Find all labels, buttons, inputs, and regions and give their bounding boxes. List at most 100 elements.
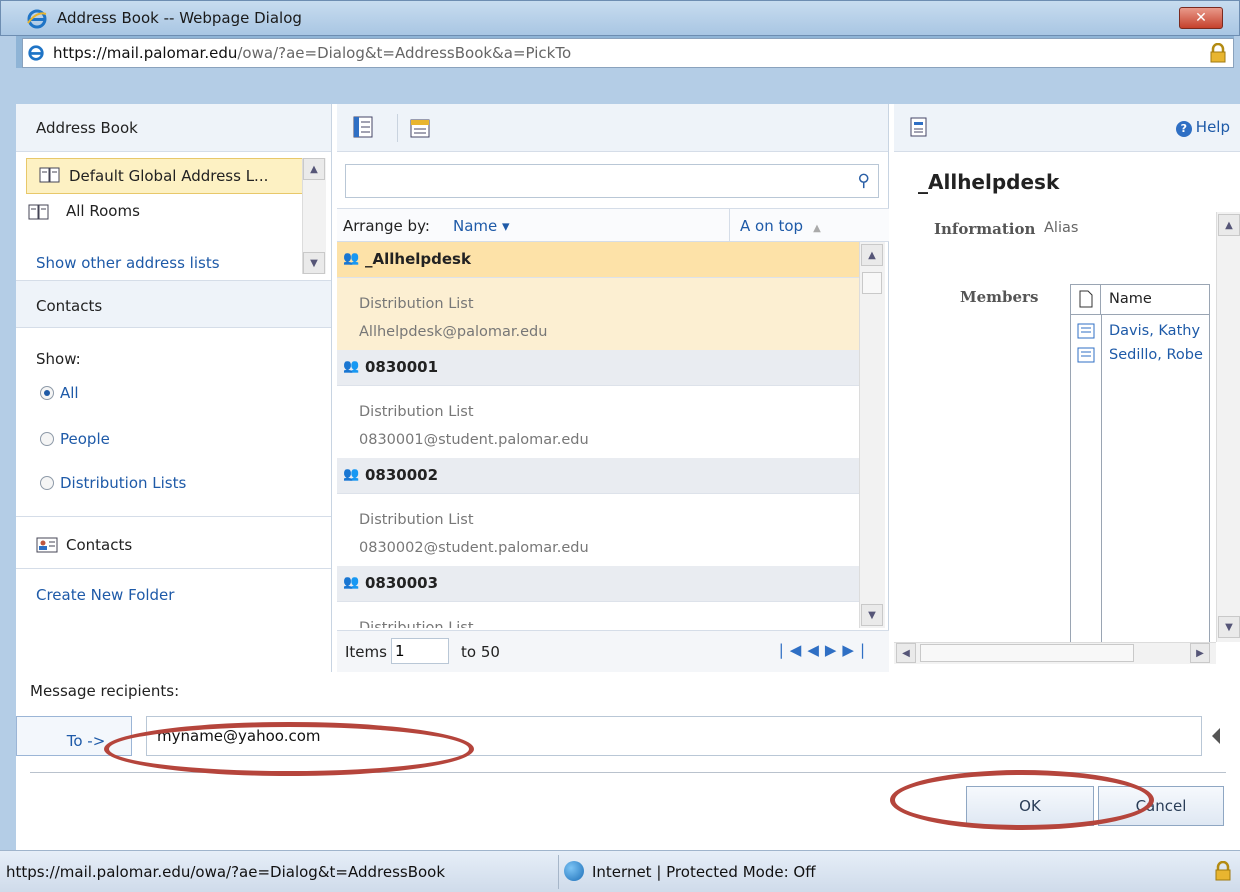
display-name: _Allhelpdesk xyxy=(918,170,1060,194)
url-text: https://mail.palomar.edu/owa/?ae=Dialog&… xyxy=(53,44,572,62)
address-bar-strip xyxy=(16,68,1240,104)
lock-icon[interactable] xyxy=(1214,861,1232,881)
entry-name: 0830002 xyxy=(365,466,439,484)
divider xyxy=(16,568,331,569)
help-link[interactable]: ? Help xyxy=(1175,118,1230,137)
distribution-list-icon: 👥 xyxy=(343,575,360,590)
members-table-header: Name xyxy=(1071,285,1209,315)
radio-icon[interactable] xyxy=(40,476,54,490)
book-all-rooms[interactable]: All Rooms xyxy=(16,194,331,230)
search-input[interactable]: ⚲ xyxy=(345,164,879,198)
contact-card-icon xyxy=(36,537,58,553)
contacts-folder[interactable]: Contacts xyxy=(36,536,132,554)
prev-page-icon[interactable]: ◀ xyxy=(807,641,825,659)
filter-people[interactable]: People xyxy=(40,430,110,448)
new-contact-icon[interactable] xyxy=(409,116,431,138)
scroll-thumb[interactable] xyxy=(920,644,1134,662)
book-default-global[interactable]: Default Global Address L... xyxy=(26,158,305,194)
ie-page-icon xyxy=(28,45,44,61)
collapse-arrow-icon[interactable] xyxy=(1212,728,1220,744)
radio-icon[interactable] xyxy=(40,432,54,446)
details-hscrollbar[interactable]: ◀ ▶ xyxy=(894,642,1216,664)
last-page-icon[interactable]: ▶| xyxy=(842,641,871,659)
globe-icon xyxy=(564,861,584,881)
show-label: Show: xyxy=(36,350,81,368)
details-toolbar: ? Help xyxy=(894,104,1240,152)
book-label: Default Global Address L... xyxy=(69,167,269,185)
type-column-header[interactable] xyxy=(1071,285,1101,315)
contacts-header: Contacts xyxy=(16,280,331,328)
arrange-bar: Arrange by: Name ▾ A on top ▲ xyxy=(337,208,889,242)
close-button[interactable]: ✕ xyxy=(1179,7,1223,29)
distribution-list-icon: 👥 xyxy=(343,251,360,266)
entry-type: Distribution List xyxy=(359,296,474,312)
ok-button[interactable]: OK xyxy=(966,786,1094,826)
results-list: 👥 _Allhelpdesk Distribution List Allhelpd… xyxy=(337,242,859,628)
scroll-down-arrow[interactable]: ▼ xyxy=(861,604,883,626)
scroll-right-arrow[interactable]: ▶ xyxy=(1190,643,1210,663)
name-column-header[interactable]: Name xyxy=(1109,291,1152,307)
results-pane: ⚲ Arrange by: Name ▾ A on top ▲ 👥 _Allhelp… xyxy=(337,104,889,672)
entry-type: Distribution List xyxy=(359,512,474,528)
scroll-left-arrow[interactable]: ◀ xyxy=(896,643,916,663)
other-lists-link[interactable]: Show other address lists xyxy=(36,254,220,268)
first-page-icon[interactable]: |◀ xyxy=(779,641,808,659)
create-new-folder-link[interactable]: Create New Folder xyxy=(36,586,174,604)
scroll-down-arrow[interactable]: ▼ xyxy=(303,252,325,274)
radio-icon[interactable] xyxy=(40,386,54,400)
address-book-header: Address Book xyxy=(16,104,331,152)
page-range-label: to 50 xyxy=(461,643,500,661)
lock-icon[interactable] xyxy=(1209,43,1227,63)
arrange-label: Arrange by: xyxy=(343,217,430,235)
add-to-contacts-icon[interactable] xyxy=(908,116,930,138)
filter-distribution-lists[interactable]: Distribution Lists xyxy=(40,474,186,492)
search-icon[interactable]: ⚲ xyxy=(858,171,870,191)
status-bar: https://mail.palomar.edu/owa/?ae=Dialog&… xyxy=(0,850,1240,892)
window-frame-left xyxy=(0,36,16,850)
list-item[interactable]: 👥 _Allhelpdesk Distribution List Allhelpd… xyxy=(337,242,859,350)
pager-nav: |◀◀▶▶| xyxy=(779,641,871,659)
filter-all[interactable]: All xyxy=(40,384,79,402)
to-button[interactable]: To -> xyxy=(16,716,132,756)
scroll-down-arrow[interactable]: ▼ xyxy=(1218,616,1240,638)
results-toolbar xyxy=(337,104,888,152)
contact-icon xyxy=(1077,347,1095,363)
list-item[interactable]: 👥 0830002 Distribution List 0830002@stude… xyxy=(337,458,859,566)
books-scrollbar[interactable]: ▲ ▼ xyxy=(302,158,326,274)
member-name: Sedillo, Robe xyxy=(1109,347,1203,363)
list-item[interactable]: 👥 0830003 Distribution List xyxy=(337,566,859,628)
address-book-dialog: Address Book Default Global Address L...… xyxy=(16,104,1240,850)
divider xyxy=(30,772,1226,773)
ie-logo-icon xyxy=(27,9,47,29)
security-zone: Internet | Protected Mode: Off xyxy=(592,863,816,881)
entry-type: Distribution List xyxy=(359,404,474,420)
sort-order-toggle[interactable]: A on top ▲ xyxy=(729,209,857,242)
information-label: Information xyxy=(934,220,1036,238)
cancel-button[interactable]: Cancel xyxy=(1098,786,1224,826)
list-item[interactable]: 👥 0830001 Distribution List 0830001@stude… xyxy=(337,350,859,458)
title-bar: Address Book -- Webpage Dialog ✕ xyxy=(0,0,1240,36)
entry-email: 0830001@student.palomar.edu xyxy=(359,432,589,448)
status-divider xyxy=(558,855,559,889)
results-scrollbar[interactable]: ▲ ▼ xyxy=(859,242,885,628)
document-icon xyxy=(1079,290,1093,308)
scroll-up-arrow[interactable]: ▲ xyxy=(1218,214,1240,236)
address-book-icon xyxy=(39,167,60,183)
view-list-icon[interactable] xyxy=(353,116,373,138)
members-table: Name Davis, Kathy Sedillo, Robe xyxy=(1070,284,1210,644)
window-title: Address Book -- Webpage Dialog xyxy=(57,9,302,27)
member-name: Davis, Kathy xyxy=(1109,323,1201,339)
details-scrollbar[interactable]: ▲ ▼ xyxy=(1216,212,1240,642)
divider xyxy=(16,516,331,517)
distribution-list-icon: 👥 xyxy=(343,359,360,374)
scroll-up-arrow[interactable]: ▲ xyxy=(861,244,883,266)
page-start-input[interactable] xyxy=(391,638,449,664)
scroll-thumb[interactable] xyxy=(862,272,882,294)
scroll-up-arrow[interactable]: ▲ xyxy=(303,158,325,180)
to-recipients-input[interactable] xyxy=(146,716,1202,756)
next-page-icon[interactable]: ▶ xyxy=(825,641,843,659)
arrange-by-dropdown[interactable]: Name ▾ xyxy=(453,217,510,235)
entry-email: Allhelpdesk@palomar.edu xyxy=(359,324,548,340)
address-bar[interactable]: https://mail.palomar.edu/owa/?ae=Dialog&… xyxy=(22,38,1234,68)
details-pane: ? Help _Allhelpdesk Information Alias Mem… xyxy=(894,104,1240,672)
